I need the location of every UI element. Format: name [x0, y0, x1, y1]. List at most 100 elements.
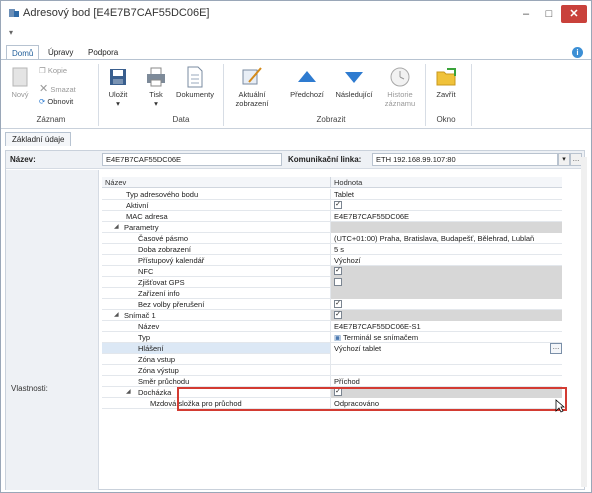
- checkbox[interactable]: [334, 278, 342, 287]
- link-select[interactable]: ETH 192.168.99.107:80: [372, 153, 558, 166]
- grid-row[interactable]: NFC ✓: [102, 266, 562, 277]
- grid-row[interactable]: Doba zobrazení 5 s: [102, 244, 562, 255]
- row-name: Typ: [138, 333, 151, 342]
- row-value[interactable]: (UTC+01:00) Praha, Bratislava, Budapešť,…: [330, 233, 562, 244]
- row-name: NFC: [138, 267, 154, 276]
- grid-row[interactable]: Hlášení Výchozí tablet…: [102, 343, 562, 354]
- row-value[interactable]: ✓: [330, 266, 562, 277]
- row-value[interactable]: E4E7B7CAF55DC06E: [330, 211, 562, 222]
- group-label-record: Záznam: [36, 115, 66, 124]
- grid-row[interactable]: Zóna vstup: [102, 354, 562, 365]
- history-button[interactable]: Historie záznamu: [381, 66, 419, 108]
- checkbox[interactable]: ✓: [334, 311, 342, 320]
- row-name: Přístupový kalendář: [138, 256, 205, 265]
- arrow-up-icon: [298, 71, 316, 82]
- new-button[interactable]: Nový: [7, 66, 33, 99]
- grid-row[interactable]: ◢ Parametry: [102, 222, 562, 233]
- row-value[interactable]: E4E7B7CAF55DC06E-S1: [330, 321, 562, 332]
- column-header-name[interactable]: Název: [102, 177, 330, 188]
- grid-row[interactable]: ◢ Snímač 1 ✓: [102, 310, 562, 321]
- window: Adresový bod [E4E7B7CAF55DC06E] – □ ✕ ▾ …: [0, 0, 592, 493]
- row-value[interactable]: Výchozí tablet …: [330, 343, 562, 354]
- group-label-window: Okno: [436, 115, 456, 124]
- copy-icon: ❐: [39, 66, 46, 75]
- ellipsis-button[interactable]: …: [550, 343, 562, 354]
- tab-home[interactable]: Domů: [6, 45, 40, 60]
- row-name: Zóna vstup: [138, 355, 176, 364]
- app-icon: [9, 9, 19, 17]
- row-name: Zóna výstup: [138, 366, 179, 375]
- tab-edit[interactable]: Úpravy: [43, 45, 78, 60]
- grid-row[interactable]: Typ adresového bodu Tablet: [102, 189, 562, 200]
- row-value[interactable]: ▣ Terminál se snímačem: [330, 332, 562, 343]
- grid-row[interactable]: Zařízení info: [102, 288, 562, 299]
- collapse-icon[interactable]: ◢: [126, 387, 131, 398]
- title-bar: Adresový bod [E4E7B7CAF55DC06E] – □ ✕: [1, 1, 591, 27]
- window-title: Adresový bod [E4E7B7CAF55DC06E]: [23, 7, 210, 19]
- row-value[interactable]: ✓: [330, 310, 562, 321]
- chevron-down-icon[interactable]: ▾: [558, 153, 570, 166]
- group-separator: [471, 64, 472, 126]
- documents-button[interactable]: Dokumenty: [173, 66, 217, 99]
- copy-button[interactable]: ❐ Kopie: [39, 66, 67, 75]
- properties-label-column: Vlastnosti:: [6, 170, 99, 490]
- grid-row[interactable]: Název E4E7B7CAF55DC06E-S1: [102, 321, 562, 332]
- scrollbar[interactable]: [581, 157, 587, 487]
- current-view-button[interactable]: Aktuální zobrazení: [229, 66, 275, 108]
- delete-button[interactable]: ✕ Smazat: [39, 82, 76, 95]
- grid-row[interactable]: Časové pásmo (UTC+01:00) Praha, Bratislav…: [102, 233, 562, 244]
- row-value[interactable]: ✓: [330, 200, 562, 211]
- row-value[interactable]: ✓: [330, 299, 562, 310]
- refresh-button-label: Obnovit: [47, 97, 74, 106]
- grid-row[interactable]: Typ ▣ Terminál se snímačem: [102, 332, 562, 343]
- row-value[interactable]: [330, 277, 562, 288]
- save-button[interactable]: Uložit ▾: [103, 66, 133, 108]
- grid-row[interactable]: Zjišťovat GPS: [102, 277, 562, 288]
- close-button[interactable]: Zavřít: [429, 66, 463, 99]
- row-name: Parametry: [124, 223, 159, 232]
- maximize-button[interactable]: □: [538, 5, 560, 23]
- grid-row[interactable]: Směr průchodu Příchod: [102, 376, 562, 387]
- row-name: Typ adresového bodu: [126, 190, 199, 199]
- name-field[interactable]: E4E7B7CAF55DC06E: [102, 153, 282, 166]
- next-button[interactable]: Následující: [331, 66, 377, 99]
- grid-row[interactable]: Přístupový kalendář Výchozí: [102, 255, 562, 266]
- row-name: Aktivní: [126, 201, 149, 210]
- grid-row[interactable]: Aktivní ✓: [102, 200, 562, 211]
- row-value[interactable]: Výchozí: [330, 255, 562, 266]
- grid-row[interactable]: MAC adresa E4E7B7CAF55DC06E: [102, 211, 562, 222]
- print-button[interactable]: Tisk ▾: [141, 66, 171, 108]
- tab-support[interactable]: Podpora: [83, 45, 123, 60]
- next-button-label: Následující: [335, 90, 373, 99]
- view-edit-icon: [242, 67, 262, 85]
- close-window-button[interactable]: ✕: [561, 5, 587, 23]
- column-header-value[interactable]: Hodnota: [330, 177, 562, 188]
- print-dropdown-icon: ▾: [154, 99, 158, 108]
- collapse-icon[interactable]: ◢: [114, 310, 119, 321]
- refresh-button[interactable]: ⟳ Obnovit: [39, 97, 73, 106]
- row-value[interactable]: Příchod: [330, 376, 562, 387]
- grid-row[interactable]: Zóna výstup: [102, 365, 562, 376]
- previous-button[interactable]: Předchozí: [285, 66, 329, 99]
- checkbox[interactable]: ✓: [334, 300, 342, 309]
- name-label: Název:: [10, 155, 36, 164]
- row-value[interactable]: [330, 288, 562, 299]
- row-value[interactable]: Tablet: [330, 189, 562, 200]
- minimize-button[interactable]: –: [515, 5, 537, 23]
- collapse-icon[interactable]: ◢: [114, 222, 119, 233]
- grid-row[interactable]: Bez volby přerušení ✓: [102, 299, 562, 310]
- row-value-text: Výchozí tablet: [334, 344, 382, 353]
- checkbox[interactable]: ✓: [334, 201, 342, 210]
- info-icon[interactable]: i: [572, 47, 583, 58]
- row-name: Směr průchodu: [138, 377, 190, 386]
- quick-access-dropdown-icon[interactable]: ▾: [9, 28, 13, 37]
- terminal-icon: ▣: [334, 333, 342, 342]
- checkbox[interactable]: ✓: [334, 267, 342, 276]
- properties-label: Vlastnosti:: [11, 384, 48, 393]
- tab-basic-info[interactable]: Základní údaje: [5, 132, 72, 146]
- row-value[interactable]: [330, 354, 562, 365]
- row-value[interactable]: 5 s: [330, 244, 562, 255]
- document-icon: [187, 66, 203, 88]
- row-name: Název: [138, 322, 160, 331]
- row-value[interactable]: [330, 365, 562, 376]
